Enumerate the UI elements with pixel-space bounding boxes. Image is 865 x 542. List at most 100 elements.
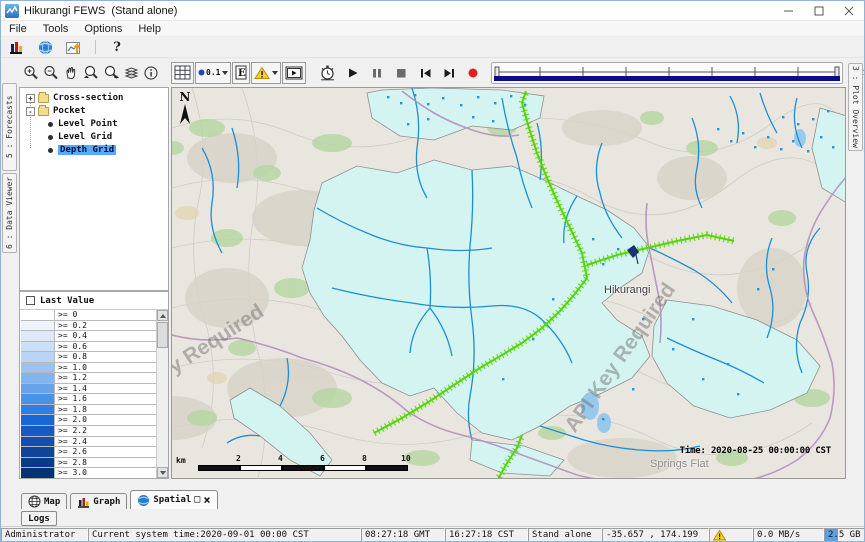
tab-close-icon[interactable]: × bbox=[203, 495, 210, 505]
graph-bars-icon bbox=[77, 496, 90, 508]
spatial-display-globe-icon[interactable] bbox=[35, 36, 55, 58]
legend-row[interactable]: >= 0.6 bbox=[21, 342, 156, 353]
legend-row[interactable]: >= 2.6 bbox=[21, 447, 156, 458]
legend-header: Last Value bbox=[20, 292, 168, 310]
sidebar-tab-forecasts[interactable]: 5 : Forecasts bbox=[2, 83, 17, 171]
legend-row[interactable]: >= 0.2 bbox=[21, 321, 156, 332]
status-gmt-time: 08:27:18 GMT bbox=[361, 528, 445, 542]
record-button[interactable] bbox=[463, 62, 483, 84]
maximize-button[interactable] bbox=[804, 1, 834, 20]
map-globe-icon bbox=[28, 495, 41, 508]
layers-tree-panel: + Cross-section - Pocket Level Point Lev… bbox=[19, 87, 169, 291]
legend-row[interactable]: >= 3.0 bbox=[21, 468, 156, 478]
legend-row[interactable]: >= 0.4 bbox=[21, 331, 156, 342]
chevron-down-icon bbox=[272, 71, 278, 75]
zoom-out-icon[interactable] bbox=[41, 62, 61, 84]
legend-row[interactable]: >= 1.4 bbox=[21, 384, 156, 395]
toolbar-separator bbox=[95, 40, 96, 54]
map-viewport[interactable]: N API Key Required API Key Required Hiku… bbox=[171, 87, 846, 479]
menu-file[interactable]: File bbox=[1, 23, 35, 35]
tree-item-level-grid[interactable]: Level Grid bbox=[20, 131, 112, 143]
status-coordinates: -35.657 , 174.199 bbox=[602, 528, 709, 542]
status-throughput: 0.0 MB/s bbox=[753, 528, 824, 542]
color-swatch bbox=[21, 352, 55, 362]
decimal-precision-value: 0.1 bbox=[206, 68, 220, 77]
step-back-button[interactable] bbox=[415, 62, 435, 84]
display-tabs: Map Graph Spatial □ × bbox=[21, 489, 218, 509]
minimize-button[interactable] bbox=[774, 1, 804, 20]
legend-row[interactable]: >= 2.8 bbox=[21, 458, 156, 469]
close-button[interactable] bbox=[834, 1, 864, 20]
color-swatch bbox=[21, 310, 55, 320]
menu-tools[interactable]: Tools bbox=[35, 23, 77, 35]
legend-row[interactable]: >= 0.8 bbox=[21, 352, 156, 363]
status-warning-cell[interactable] bbox=[709, 528, 753, 542]
scrollbar-thumb[interactable] bbox=[157, 322, 168, 348]
play-button[interactable] bbox=[343, 62, 363, 84]
sidebar-tab-data-viewer[interactable]: 6 : Data Viewer bbox=[2, 173, 17, 253]
color-swatch bbox=[21, 405, 55, 415]
sidebar-tab-plot-overview[interactable]: 3 : Plot Overview bbox=[848, 63, 863, 151]
stop-button[interactable] bbox=[391, 62, 411, 84]
scroll-down-button[interactable] bbox=[157, 467, 168, 478]
bullet-icon bbox=[48, 122, 53, 127]
tab-spatial[interactable]: Spatial □ × bbox=[130, 490, 217, 509]
legend-panel: Last Value >= 0 >= 0.2 >= 0.4 >= 0.6 >= … bbox=[19, 291, 169, 479]
legend-row[interactable]: >= 1.6 bbox=[21, 394, 156, 405]
zoom-in-icon[interactable] bbox=[21, 62, 41, 84]
legend-row[interactable]: >= 2.2 bbox=[21, 426, 156, 437]
status-local-time: 16:27:18 CST bbox=[445, 528, 528, 542]
menu-help[interactable]: Help bbox=[130, 23, 169, 35]
color-swatch bbox=[21, 415, 55, 425]
color-swatch bbox=[21, 468, 55, 478]
step-forward-button[interactable] bbox=[439, 62, 459, 84]
legend-row[interactable]: >= 1.0 bbox=[21, 363, 156, 374]
application-window: Hikurangi FEWS (Stand alone) File Tools … bbox=[0, 0, 865, 542]
zoom-previous-icon[interactable] bbox=[81, 62, 101, 84]
zoom-next-icon[interactable] bbox=[101, 62, 121, 84]
legend-row[interactable]: >= 2.0 bbox=[21, 415, 156, 426]
legend-row[interactable]: >= 0 bbox=[21, 310, 156, 321]
status-memory: 2.5 GB bbox=[824, 528, 865, 542]
last-value-checkbox[interactable] bbox=[26, 296, 35, 305]
database-archive-icon[interactable] bbox=[6, 36, 26, 58]
tree-item-cross-section[interactable]: + Cross-section bbox=[20, 92, 123, 104]
expand-icon[interactable]: + bbox=[26, 94, 35, 103]
legend-row[interactable]: >= 1.8 bbox=[21, 405, 156, 416]
animation-button[interactable] bbox=[282, 62, 306, 84]
legend-row[interactable]: >= 2.4 bbox=[21, 437, 156, 448]
tree-item-depth-grid[interactable]: Depth Grid bbox=[20, 144, 116, 156]
status-user: Administrator bbox=[1, 528, 88, 542]
tab-maximize-icon[interactable]: □ bbox=[194, 495, 200, 505]
legend-row[interactable]: >= 1.2 bbox=[21, 373, 156, 384]
timeseries-panel-button[interactable]: E bbox=[232, 62, 250, 84]
info-icon[interactable] bbox=[141, 62, 161, 84]
help-button[interactable]: ? bbox=[107, 36, 127, 58]
tree-item-pocket[interactable]: - Pocket bbox=[20, 105, 86, 117]
pan-hand-icon[interactable] bbox=[61, 62, 81, 84]
set-time-stopwatch-icon[interactable] bbox=[317, 62, 337, 84]
timeseries-chart-icon[interactable] bbox=[64, 36, 84, 58]
grid-display-button[interactable] bbox=[171, 62, 194, 84]
logs-button[interactable]: Logs bbox=[21, 511, 57, 526]
timeline-slider[interactable] bbox=[491, 62, 843, 84]
tree-item-level-point[interactable]: Level Point bbox=[20, 118, 118, 130]
menu-options[interactable]: Options bbox=[76, 23, 130, 35]
warning-icon bbox=[713, 530, 726, 541]
status-system-time: Current system time:2020-09-01 00:00 CST bbox=[88, 528, 361, 542]
color-swatch bbox=[21, 394, 55, 404]
layers-icon[interactable] bbox=[121, 62, 141, 84]
map-toolbar: 0.1 E bbox=[1, 57, 864, 87]
tab-graph[interactable]: Graph bbox=[70, 493, 127, 509]
legend-scrollbar[interactable] bbox=[156, 310, 168, 478]
color-swatch bbox=[21, 437, 55, 447]
warnings-dropdown-button[interactable] bbox=[251, 62, 281, 84]
chevron-down-icon bbox=[222, 71, 228, 75]
timeline-progress-bar bbox=[494, 76, 840, 81]
collapse-icon[interactable]: - bbox=[26, 107, 35, 116]
decimal-precision-dropdown[interactable]: 0.1 bbox=[195, 62, 231, 84]
tab-map[interactable]: Map bbox=[21, 493, 67, 509]
scroll-up-button[interactable] bbox=[157, 310, 168, 321]
pause-button[interactable] bbox=[367, 62, 387, 84]
app-icon bbox=[5, 4, 19, 18]
